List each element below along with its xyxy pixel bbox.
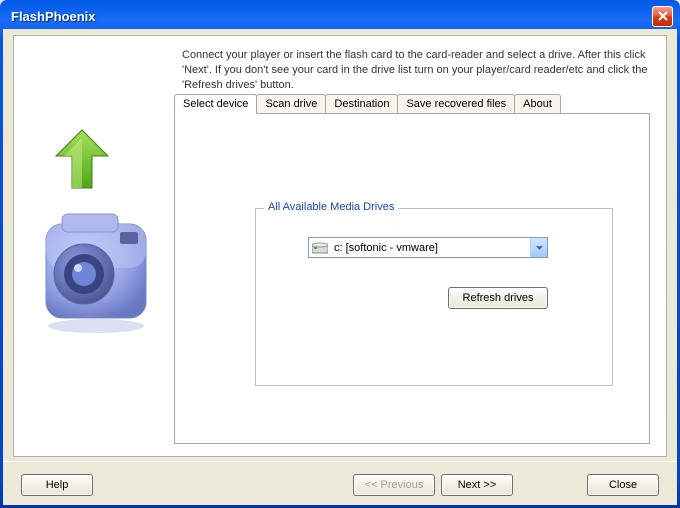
client-area: Connect your player or insert the flash … [3,29,677,505]
chevron-down-icon [530,238,547,257]
bottom-button-bar: Help << Previous Next >> Close [3,461,677,505]
previous-button[interactable]: << Previous [353,474,435,496]
tab-strip: Select device Scan drive Destination Sav… [174,94,560,114]
tab-about[interactable]: About [514,94,561,114]
drive-dropdown[interactable]: c: [softonic - vmware] [308,237,548,258]
tab-select-device[interactable]: Select device [174,94,257,114]
tab-destination[interactable]: Destination [325,94,398,114]
media-drives-groupbox: All Available Media Drives c: [softonic … [255,208,613,386]
tab-scan-drive[interactable]: Scan drive [256,94,326,114]
window-title: FlashPhoenix [11,9,96,24]
camera-arrow-illustration [32,128,160,338]
close-button[interactable]: Close [587,474,659,496]
groupbox-title: All Available Media Drives [264,201,398,213]
app-window: FlashPhoenix [0,0,680,508]
tab-panel: All Available Media Drives c: [softonic … [174,113,650,444]
drive-selected-text: c: [softonic - vmware] [332,242,530,254]
close-icon [658,11,668,21]
refresh-drives-button[interactable]: Refresh drives [448,287,548,309]
next-button[interactable]: Next >> [441,474,513,496]
titlebar: FlashPhoenix [3,3,677,29]
tab-save-recovered[interactable]: Save recovered files [397,94,515,114]
window-close-button[interactable] [652,6,673,27]
content-panel: Connect your player or insert the flash … [13,35,667,457]
hard-drive-icon [312,242,328,254]
help-button[interactable]: Help [21,474,93,496]
instruction-text: Connect your player or insert the flash … [182,48,650,93]
